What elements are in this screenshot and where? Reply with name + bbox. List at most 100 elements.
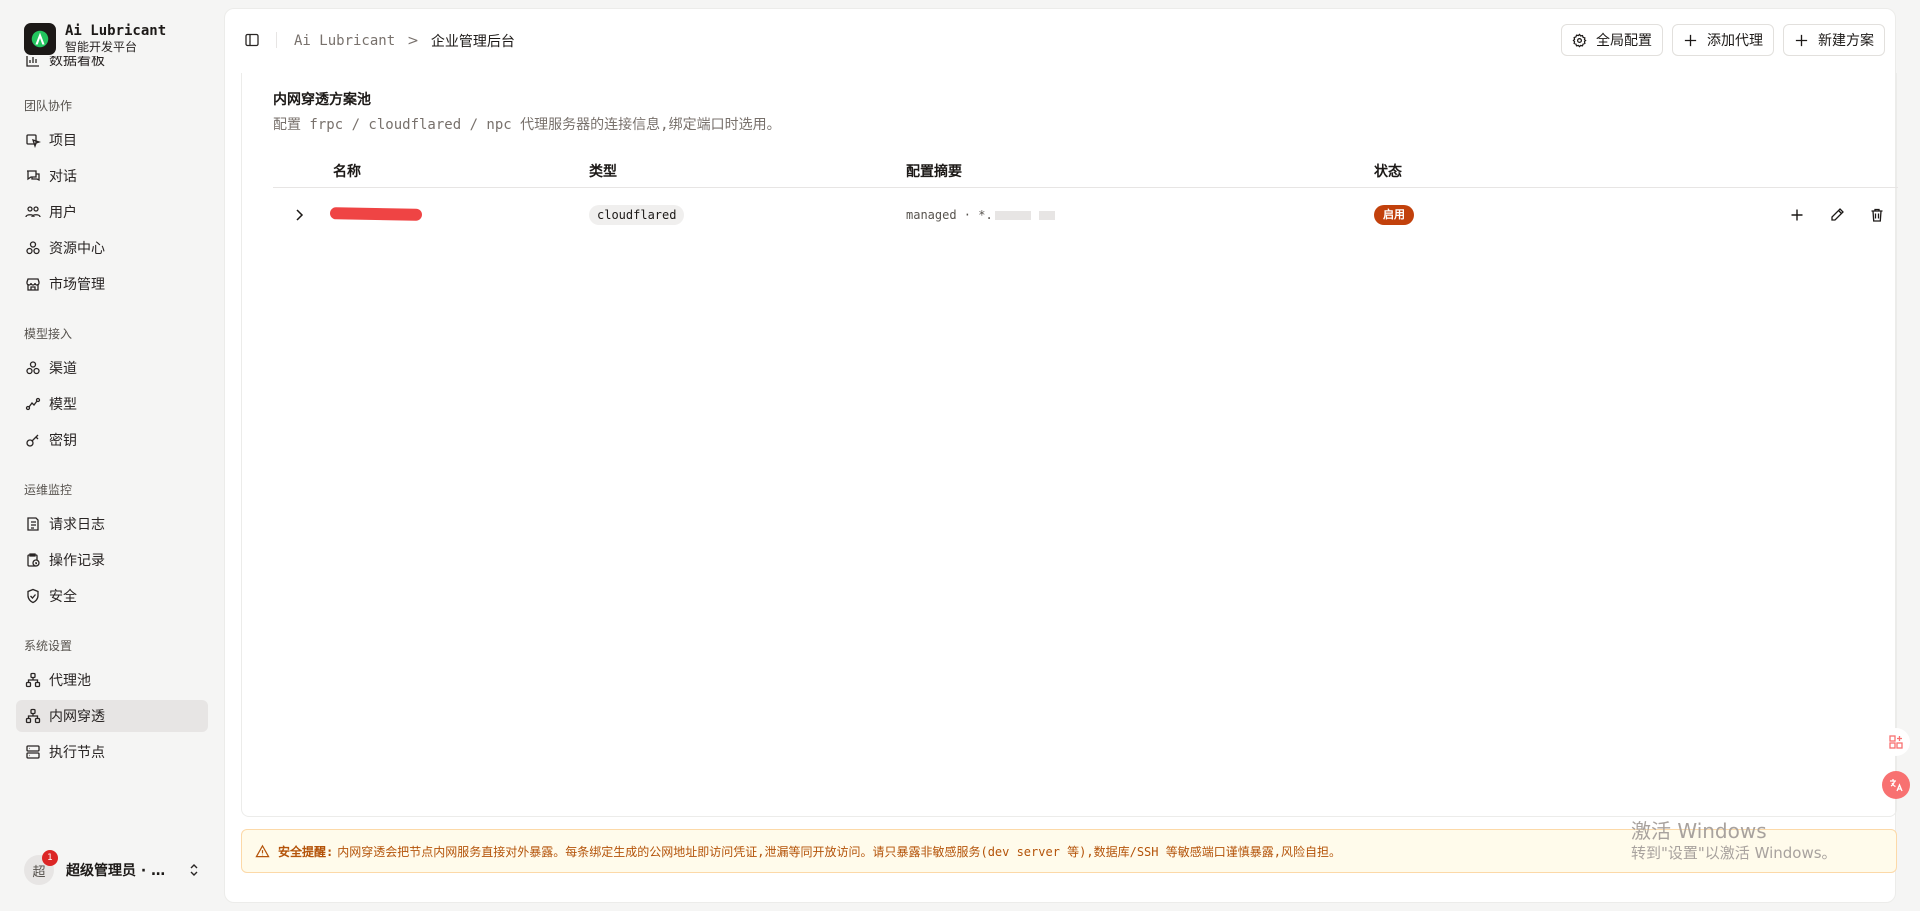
global-config-label: 全局配置 <box>1596 33 1652 49</box>
main-panel: Ai Lubricant > 企业管理后台 全局配置 添加代理 新建方案 内网穿… <box>224 8 1898 903</box>
plus-icon <box>1795 34 1808 46</box>
breadcrumb-separator: > <box>407 33 419 49</box>
notification-badge: 1 <box>42 850 58 866</box>
sidebar-item-users[interactable]: 用户 <box>16 196 208 228</box>
sidebar-item-projects[interactable]: 项目 <box>16 124 208 156</box>
windows-watermark: 激活 Windows <box>1631 819 1767 843</box>
trash-icon <box>1871 208 1883 222</box>
sidebar-item-security[interactable]: 安全 <box>16 580 208 612</box>
plus-icon <box>1791 209 1803 221</box>
table-header: 名称 类型 配置摘要 状态 <box>273 161 1898 188</box>
sidebar-item-chats[interactable]: 对话 <box>16 160 208 192</box>
sidebar-item-dashboard[interactable]: 数据看板 <box>16 56 208 76</box>
add-binding-button[interactable] <box>1787 205 1807 225</box>
apps-icon <box>1889 735 1903 749</box>
card-title: 内网穿透方案池 <box>273 92 371 108</box>
chat-icon <box>27 170 40 182</box>
delete-button[interactable] <box>1867 205 1887 225</box>
summary-text: managed · *. <box>906 208 993 222</box>
plus-icon <box>1684 34 1697 46</box>
sidebar-item-label: 操作记录 <box>49 553 105 569</box>
translate-icon <box>1890 779 1903 792</box>
divider <box>276 32 277 48</box>
warning-icon <box>255 844 270 857</box>
avatar: 超 1 <box>24 850 58 885</box>
card-description: 配置 frpc / cloudflared / npc 代理服务器的连接信息,绑… <box>273 117 781 133</box>
sidebar-item-market[interactable]: 市场管理 <box>16 268 208 300</box>
global-config-button[interactable]: 全局配置 <box>1561 24 1663 56</box>
sidebar-item-label: 项目 <box>49 133 77 149</box>
sidebar-item-label: 密钥 <box>49 433 77 449</box>
log-icon <box>27 517 39 531</box>
sidebar-item-label: 市场管理 <box>49 277 105 293</box>
resources-icon <box>26 241 40 255</box>
sidebar-item-label: 模型 <box>49 397 77 413</box>
sidebar-item-exec-nodes[interactable]: 执行节点 <box>16 736 208 768</box>
sidebar-item-resources[interactable]: 资源中心 <box>16 232 208 264</box>
sidebar-item-label: 渠道 <box>49 361 77 377</box>
sidebar-toggle-icon[interactable] <box>244 32 260 48</box>
config-summary: managed · *. <box>906 208 1055 222</box>
column-name: 名称 <box>333 164 361 180</box>
new-plan-button[interactable]: 新建方案 <box>1783 24 1885 56</box>
sidebar-item-keys[interactable]: 密钥 <box>16 424 208 456</box>
project-icon <box>26 134 41 148</box>
sidebar-item-label: 内网穿透 <box>49 709 105 725</box>
sidebar-nav: 数据看板 团队协作 项目 对话 用户 资源中心 市场管理 模型接入 渠道 模型 … <box>16 56 208 836</box>
sidebar: Ai Lubricant 智能开发平台 数据看板 团队协作 项目 对话 用户 资… <box>0 0 222 911</box>
section-title-ops: 运维监控 <box>24 483 73 497</box>
sidebar-item-models[interactable]: 模型 <box>16 388 208 420</box>
sidebar-item-label: 请求日志 <box>49 517 105 533</box>
breadcrumb-root[interactable]: Ai Lubricant <box>294 33 395 49</box>
sidebar-item-label: 对话 <box>49 169 77 185</box>
row-actions <box>1767 205 1887 225</box>
history-icon <box>27 553 40 567</box>
bar-chart-icon <box>26 56 39 67</box>
warning-text: 内网穿透会把节点内网服务直接对外暴露。每条绑定生成的公网地址即访问凭证,泄漏等同… <box>337 844 1341 859</box>
section-title-settings: 系统设置 <box>24 639 73 653</box>
store-icon <box>26 278 40 291</box>
sidebar-item-label: 用户 <box>49 205 77 221</box>
add-proxy-button[interactable]: 添加代理 <box>1672 24 1774 56</box>
section-title-team: 团队协作 <box>24 99 73 113</box>
chevron-right-icon[interactable] <box>291 207 307 223</box>
brand-subtitle: 智能开发平台 <box>65 40 138 54</box>
table-row[interactable]: cloudflared managed · *. 启用 <box>273 188 1898 242</box>
edit-button[interactable] <box>1827 205 1847 225</box>
sidebar-item-label: 代理池 <box>49 673 91 689</box>
warning-label: 安全提醒: <box>278 844 334 859</box>
sidebar-item-channels[interactable]: 渠道 <box>16 352 208 384</box>
topbar: Ai Lubricant > 企业管理后台 全局配置 添加代理 新建方案 <box>225 9 1895 73</box>
brand-title: Ai Lubricant <box>65 23 167 39</box>
sidebar-item-label: 数据看板 <box>49 56 105 69</box>
shield-icon <box>27 588 39 604</box>
sidebar-item-tunnel[interactable]: 内网穿透 <box>16 700 208 732</box>
tunnel-plan-card: 内网穿透方案池 配置 frpc / cloudflared / npc 代理服务… <box>241 73 1898 817</box>
column-type: 类型 <box>589 164 617 180</box>
translate-float-button[interactable] <box>1882 771 1910 799</box>
column-summary: 配置摘要 <box>906 164 962 180</box>
brand[interactable]: Ai Lubricant 智能开发平台 <box>24 23 166 55</box>
status-badge: 启用 <box>1374 205 1414 225</box>
model-icon <box>25 397 41 411</box>
sidebar-item-request-logs[interactable]: 请求日志 <box>16 508 208 540</box>
sidebar-item-label: 执行节点 <box>49 745 105 761</box>
key-icon <box>26 434 39 447</box>
logo-icon <box>24 23 56 55</box>
network-icon <box>25 708 41 724</box>
channel-icon <box>26 361 40 375</box>
gear-icon <box>1572 32 1587 47</box>
column-status: 状态 <box>1374 164 1402 180</box>
user-menu[interactable]: 超 1 超级管理员 · … <box>24 850 202 885</box>
breadcrumb: Ai Lubricant > 企业管理后台 <box>294 31 515 51</box>
sidebar-item-audit[interactable]: 操作记录 <box>16 544 208 576</box>
redacted-name <box>329 207 423 221</box>
windows-watermark-sub: 转到"设置"以激活 Windows。 <box>1631 844 1837 862</box>
user-name: 超级管理员 · … <box>66 863 166 879</box>
network-icon <box>25 672 41 688</box>
users-icon <box>25 206 41 218</box>
breadcrumb-current: 企业管理后台 <box>430 34 515 50</box>
apps-float-button[interactable] <box>1882 728 1910 756</box>
sidebar-item-proxy-pool[interactable]: 代理池 <box>16 664 208 696</box>
chevron-up-down-icon <box>190 864 198 876</box>
